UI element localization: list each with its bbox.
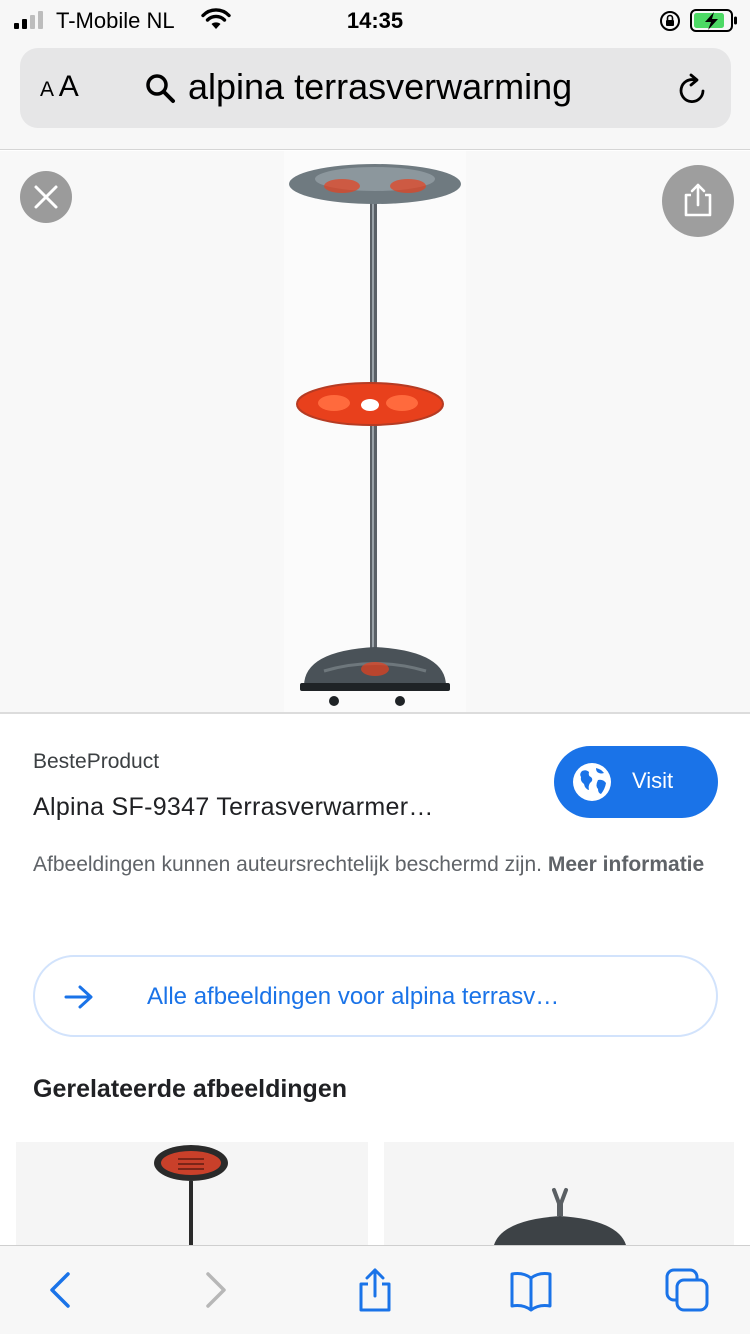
close-button[interactable] (20, 171, 72, 223)
book-icon[interactable] (509, 1268, 553, 1312)
product-image-area[interactable] (284, 151, 466, 713)
result-title[interactable]: Alpina SF-9347 Terrasverwarmer… (33, 793, 434, 822)
address-bar[interactable]: A A alpina terrasverwarming (20, 48, 731, 128)
chevron-right-icon[interactable] (194, 1268, 238, 1312)
related-heater-image (384, 1142, 734, 1245)
copyright-text: Afbeeldingen kunnen auteursrechtelijk be… (33, 853, 542, 876)
copyright-notice: Afbeeldingen kunnen auteursrechtelijk be… (33, 846, 713, 884)
viewer-divider (0, 712, 750, 714)
related-heater-image (16, 1142, 368, 1245)
clock: 14:35 (346, 8, 404, 33)
related-image-thumbnail[interactable] (16, 1142, 368, 1245)
share-icon (684, 183, 712, 217)
chevron-left-icon[interactable] (40, 1268, 84, 1312)
globe-icon (573, 763, 611, 801)
text-size-button[interactable]: A A (40, 70, 79, 104)
share-image-button[interactable] (662, 165, 734, 237)
visit-button[interactable]: Visit (554, 746, 718, 818)
more-info-link[interactable]: Meer informatie (548, 853, 704, 876)
search-icon (146, 74, 175, 103)
tabs-icon[interactable] (665, 1268, 709, 1312)
reload-icon[interactable] (674, 72, 710, 108)
text-size-label: A (40, 78, 54, 101)
related-image-thumbnail[interactable] (384, 1142, 734, 1245)
battery-charging-icon (690, 9, 737, 32)
arrow-right-icon (64, 985, 93, 1009)
orientation-lock-icon (660, 11, 680, 31)
patio-heater-image (289, 164, 461, 706)
source-label[interactable]: BesteProduct (33, 750, 159, 774)
related-images-heading: Gerelateerde afbeeldingen (33, 1075, 348, 1103)
share-icon[interactable] (353, 1268, 397, 1312)
text-size-label-large: A (58, 70, 79, 103)
close-icon (34, 185, 58, 209)
all-images-button[interactable]: Alle afbeeldingen voor alpina terrasv… (33, 955, 718, 1037)
browser-address-area: A A alpina terrasverwarming (0, 42, 750, 150)
browser-toolbar (0, 1245, 750, 1334)
visit-label: Visit (632, 768, 674, 793)
search-query[interactable]: alpina terrasverwarming (188, 66, 572, 108)
image-viewer (0, 151, 750, 713)
all-images-label: Alle afbeeldingen voor alpina terrasv… (147, 983, 560, 1010)
status-bar: T-Mobile NL 14:35 (0, 0, 750, 42)
